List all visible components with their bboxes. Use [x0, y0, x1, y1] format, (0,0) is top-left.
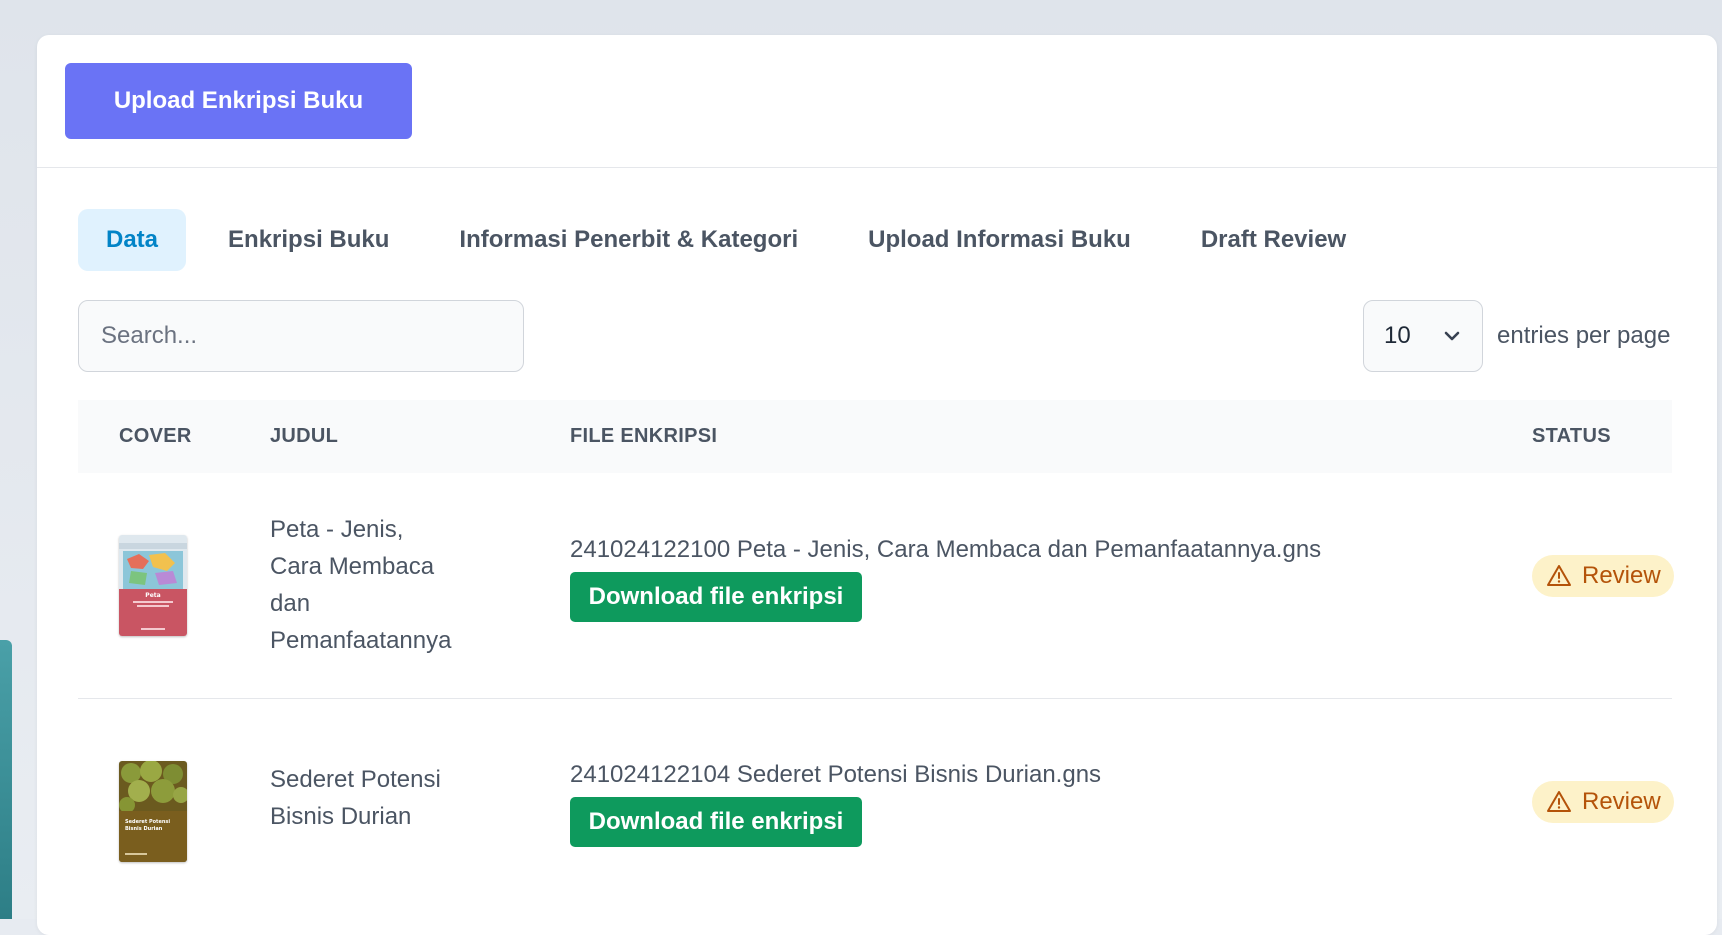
table-row: Peta Peta - Jenis, Cara Membaca dan Pema… — [78, 473, 1674, 699]
col-cover: COVER — [119, 425, 192, 447]
svg-text:Sederet Potensi: Sederet Potensi — [125, 819, 170, 825]
books-table: COVER JUDUL FILE ENKRIPSI STATUS Peta Pe… — [78, 400, 1674, 925]
per-page-label: entries per page — [1497, 322, 1671, 349]
sidebar-edge — [0, 640, 12, 919]
download-file-button[interactable]: Download file enkripsi — [570, 572, 862, 622]
tab-draft-review[interactable]: Draft Review — [1173, 209, 1374, 271]
per-page-value: 10 — [1384, 322, 1411, 349]
tab-enkripsi-buku[interactable]: Enkripsi Buku — [200, 209, 417, 271]
download-file-button[interactable]: Download file enkripsi — [570, 797, 862, 847]
content-card: Upload Enkripsi Buku Data Enkripsi Buku … — [37, 35, 1717, 935]
book-cover-image: Peta — [119, 535, 187, 636]
table-row: Sederet Potensi Bisnis Durian Sederet Po… — [78, 699, 1674, 925]
tab-data[interactable]: Data — [78, 209, 187, 271]
encrypted-file-name: 241024122100 Peta - Jenis, Cara Membaca … — [570, 536, 1322, 563]
cover-title-text: Peta — [145, 592, 160, 599]
entries-per-page-select[interactable]: 10 — [1363, 300, 1483, 372]
card-header: Upload Enkripsi Buku — [37, 35, 1717, 168]
table-header: COVER JUDUL FILE ENKRIPSI STATUS — [78, 400, 1672, 473]
chevron-down-icon — [1444, 331, 1460, 341]
col-judul: JUDUL — [270, 425, 339, 447]
svg-text:Bisnis Durian: Bisnis Durian — [125, 826, 163, 832]
tab-informasi-penerbit[interactable]: Informasi Penerbit & Kategori — [431, 209, 826, 271]
status-badge: Review — [1532, 781, 1674, 823]
status-label: Review — [1582, 562, 1661, 589]
encrypted-file-name: 241024122104 Sederet Potensi Bisnis Duri… — [570, 761, 1102, 788]
upload-enkripsi-button[interactable]: Upload Enkripsi Buku — [65, 63, 412, 139]
warning-triangle-icon — [1547, 565, 1571, 586]
tab-upload-informasi-buku[interactable]: Upload Informasi Buku — [840, 209, 1159, 271]
status-badge: Review — [1532, 555, 1674, 597]
search-input[interactable] — [78, 300, 524, 372]
status-label: Review — [1582, 788, 1661, 815]
tab-bar: Data Enkripsi Buku Informasi Penerbit & … — [78, 209, 1388, 271]
col-status: STATUS — [1532, 425, 1611, 447]
book-cover-image: Sederet Potensi Bisnis Durian — [119, 761, 187, 862]
col-file-enkripsi: FILE ENKRIPSI — [570, 425, 718, 447]
warning-triangle-icon — [1547, 791, 1571, 812]
book-title: Peta - Jenis, Cara Membaca dan Pemanfaat… — [270, 516, 452, 654]
book-title: Sederet Potensi Bisnis Durian — [270, 766, 441, 830]
